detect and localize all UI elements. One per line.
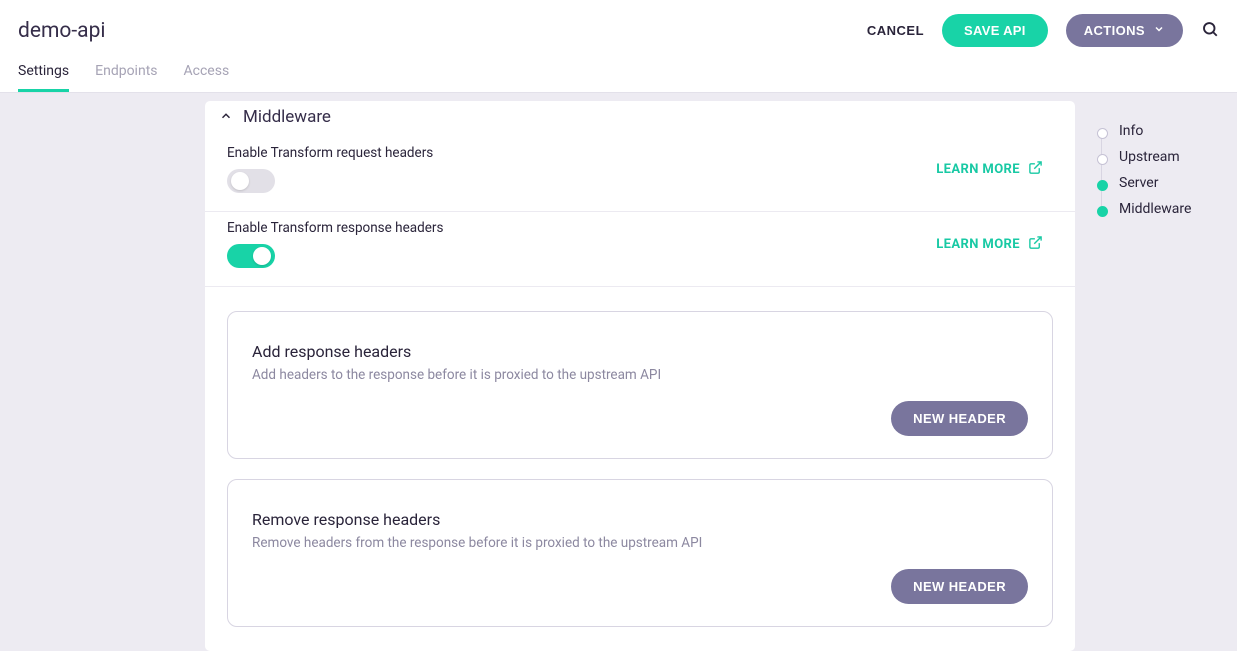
learn-more-request-link[interactable]: LEARN MORE [936,160,1043,179]
toggle-knob [253,247,271,265]
card-title: Remove response headers [252,510,1028,529]
tab-endpoints[interactable]: Endpoints [95,57,157,92]
chevron-up-icon[interactable] [219,108,233,127]
learn-more-response-link[interactable]: LEARN MORE [936,235,1043,254]
new-header-button-add[interactable]: NEW HEADER [891,401,1028,436]
main-panel: Middleware Enable Transform request head… [205,101,1075,651]
toggle-transform-request[interactable] [227,169,275,193]
header-actions: CANCEL SAVE API ACTIONS [867,14,1219,47]
actions-button-label: ACTIONS [1084,23,1145,38]
card-desc: Add headers to the response before it is… [252,367,1028,383]
row-label-response: Enable Transform response headers [227,220,443,236]
cancel-button[interactable]: CANCEL [867,23,924,38]
external-link-icon [1028,235,1043,254]
external-link-icon [1028,160,1043,179]
toggle-transform-response[interactable] [227,244,275,268]
actions-button[interactable]: ACTIONS [1066,14,1183,47]
card-desc: Remove headers from the response before … [252,535,1028,551]
row-transform-request: Enable Transform request headers LEARN M… [205,137,1075,212]
sidebar-item-upstream[interactable]: Upstream [1097,149,1191,165]
sidebar-item-server[interactable]: Server [1097,175,1191,191]
learn-more-label: LEARN MORE [936,162,1020,177]
learn-more-label: LEARN MORE [936,237,1020,252]
toggle-knob [231,172,249,190]
sidebar-item-middleware[interactable]: Middleware [1097,201,1191,217]
sidebar-timeline: Info Upstream Server Middleware [1075,101,1191,651]
tabs: Settings Endpoints Access [0,57,1237,93]
new-header-button-remove[interactable]: NEW HEADER [891,569,1028,604]
card-remove-response-headers: Remove response headers Remove headers f… [227,479,1053,627]
search-icon[interactable] [1201,20,1219,42]
row-transform-response: Enable Transform response headers LEARN … [205,212,1075,287]
tab-settings[interactable]: Settings [18,57,69,92]
page-title: demo-api [18,19,106,43]
content: Middleware Enable Transform request head… [0,93,1237,651]
section-title: Middleware [243,107,331,127]
page-header: demo-api CANCEL SAVE API ACTIONS [0,0,1237,57]
panel-body: Add response headers Add headers to the … [205,287,1075,651]
card-title: Add response headers [252,342,1028,361]
row-label-request: Enable Transform request headers [227,145,433,161]
section-header: Middleware [205,101,1075,137]
card-add-response-headers: Add response headers Add headers to the … [227,311,1053,459]
tab-access[interactable]: Access [184,57,230,92]
chevron-down-icon [1153,23,1165,38]
save-api-button[interactable]: SAVE API [942,14,1048,47]
sidebar-item-info[interactable]: Info [1097,123,1191,139]
